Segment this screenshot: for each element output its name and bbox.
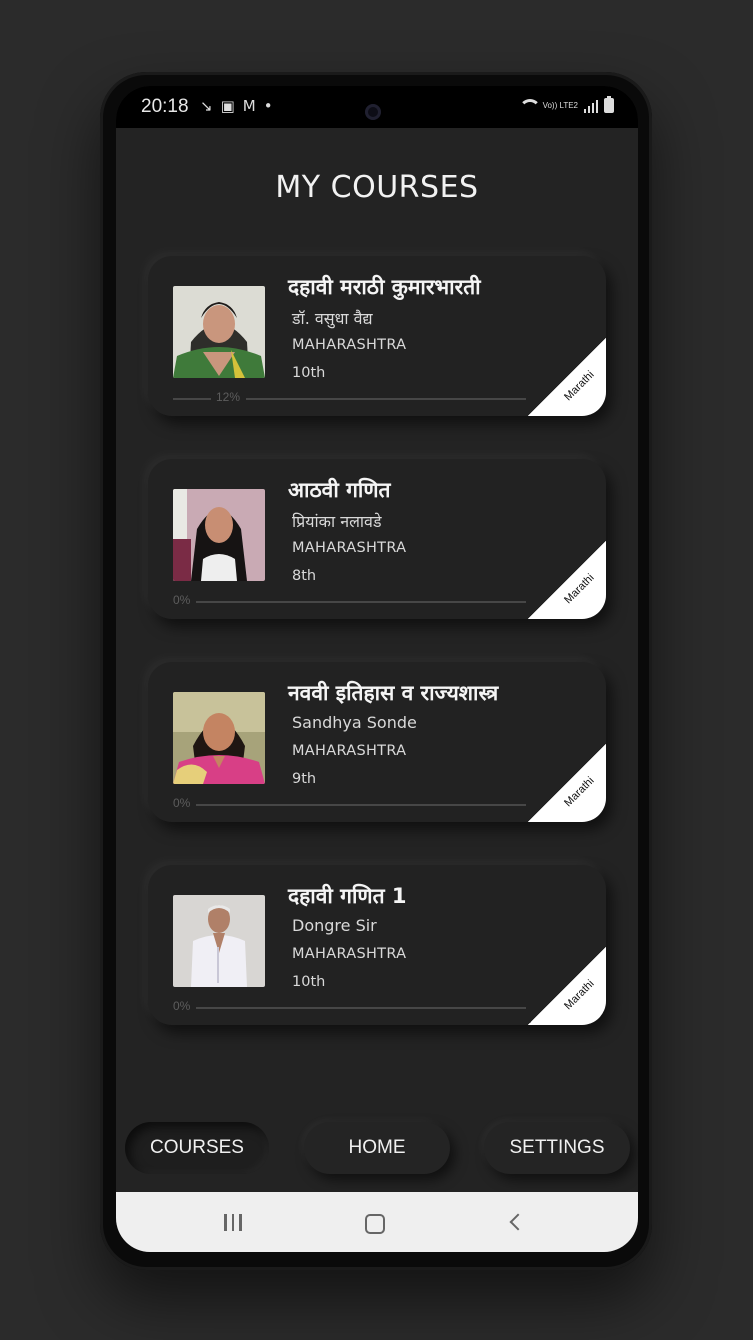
teacher-avatar	[173, 489, 265, 581]
course-grade: 9th	[292, 771, 317, 787]
battery-icon	[604, 96, 614, 113]
progress-percent: 0%	[173, 593, 191, 607]
front-camera	[365, 104, 381, 120]
course-teacher: प्रियांका नलावडे	[292, 512, 382, 531]
page-title: MY COURSES	[275, 170, 479, 205]
status-time: 20:18	[141, 96, 189, 117]
course-state: MAHARASHTRA	[292, 337, 407, 353]
nav-settings-button[interactable]: SETTINGS	[484, 1122, 630, 1174]
progress-percent: 0%	[173, 796, 191, 810]
course-state: MAHARASHTRA	[292, 540, 407, 556]
progress-bar-track	[196, 601, 526, 603]
progress-percent: 0%	[173, 999, 191, 1013]
teacher-avatar	[173, 895, 265, 987]
notification-icons: ↘▣M•	[200, 97, 281, 115]
back-icon[interactable]	[509, 1213, 527, 1231]
course-title: दहावी मराठी कुमारभारती	[288, 275, 481, 299]
screen: 20:18 ↘▣M• Vo)) LTE2 MY COURSES दहावी मर…	[116, 86, 638, 1252]
course-grade: 10th	[292, 365, 326, 381]
course-teacher: डॉ. वसुधा वैद्य	[292, 309, 373, 328]
missed-call-icon: ↘	[200, 97, 221, 115]
status-bar: 20:18 ↘▣M• Vo)) LTE2	[116, 86, 638, 128]
gmail-icon: M	[242, 97, 264, 115]
course-card[interactable]: दहावी गणित 1 Dongre Sir MAHARASHTRA 10th…	[148, 865, 606, 1025]
teacher-avatar	[173, 286, 265, 378]
course-card[interactable]: दहावी मराठी कुमारभारती डॉ. वसुधा वैद्य M…	[148, 256, 606, 416]
progress-bar-track	[196, 804, 526, 806]
progress-bar-left	[173, 398, 211, 400]
system-navigation-bar	[116, 1192, 638, 1252]
status-right-icons: Vo)) LTE2	[517, 96, 614, 113]
volte-label: Vo)) LTE2	[542, 100, 578, 110]
teacher-avatar	[173, 692, 265, 784]
gallery-icon: ▣	[220, 97, 243, 115]
home-icon[interactable]	[365, 1214, 385, 1234]
phone-frame: 20:18 ↘▣M• Vo)) LTE2 MY COURSES दहावी मर…	[100, 72, 652, 1270]
course-grade: 10th	[292, 974, 326, 990]
progress-bar-track	[196, 1007, 526, 1009]
nav-home-button[interactable]: HOME	[304, 1122, 450, 1174]
course-state: MAHARASHTRA	[292, 946, 407, 962]
course-card[interactable]: आठवी गणित प्रियांका नलावडे MAHARASHTRA 8…	[148, 459, 606, 619]
progress-bar-track	[246, 398, 526, 400]
signal-icon	[584, 99, 598, 113]
course-title: आठवी गणित	[288, 478, 391, 502]
wifi-icon	[517, 98, 541, 113]
recents-icon[interactable]	[224, 1214, 242, 1231]
course-teacher: Dongre Sir	[292, 916, 377, 935]
course-grade: 8th	[292, 568, 317, 584]
course-title: दहावी गणित 1	[288, 884, 407, 908]
course-teacher: Sandhya Sonde	[292, 713, 417, 732]
dot-icon: •	[263, 97, 281, 115]
course-title: नववी इतिहास व राज्यशास्त्र	[288, 681, 499, 705]
course-state: MAHARASHTRA	[292, 743, 407, 759]
nav-courses-button[interactable]: COURSES	[125, 1122, 269, 1174]
progress-percent: 12%	[216, 390, 241, 404]
course-card[interactable]: नववी इतिहास व राज्यशास्त्र Sandhya Sonde…	[148, 662, 606, 822]
